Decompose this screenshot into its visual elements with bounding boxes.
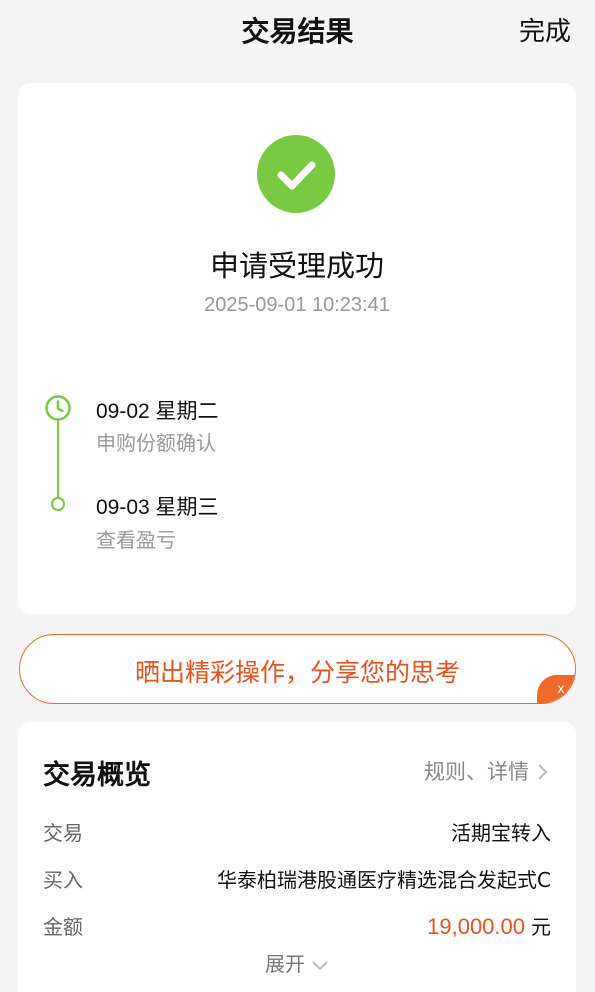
timeline-date: 09-03 星期三	[96, 496, 219, 519]
amount-number: 19,000.00	[427, 914, 525, 939]
rules-details-label: 规则、详情	[424, 760, 529, 784]
overview-card: 交易概览 规则、详情 交易 活期宝转入 买入 华泰柏瑞港股通医疗精选混合发起式C…	[18, 722, 576, 992]
timeline-desc: 申购份额确认	[96, 431, 216, 455]
clock-icon	[45, 395, 71, 421]
close-icon[interactable]: x	[537, 675, 575, 703]
chevron-down-icon	[312, 960, 328, 970]
header: 交易结果 完成	[0, 0, 595, 60]
rules-details-link[interactable]: 规则、详情	[424, 756, 548, 786]
chevron-right-icon	[537, 760, 548, 784]
row-value: 活期宝转入	[451, 821, 551, 845]
expand-label: 展开	[265, 952, 305, 976]
row-label: 金额	[43, 915, 83, 939]
amount-value: 19,000.00 元	[427, 911, 551, 940]
fund-name: 华泰柏瑞港股通医疗精选混合发起式C	[217, 868, 551, 892]
share-banner[interactable]: 晒出精彩操作，分享您的思考 x	[19, 634, 576, 704]
done-button[interactable]: 完成	[519, 11, 571, 48]
amount-unit: 元	[531, 915, 551, 939]
expand-button[interactable]: 展开	[18, 948, 576, 977]
dot-icon	[51, 497, 65, 511]
row-label: 交易	[43, 821, 83, 845]
page-title: 交易结果	[241, 15, 354, 48]
share-banner-text: 晒出精彩操作，分享您的思考	[134, 658, 460, 687]
check-circle-icon	[257, 135, 335, 213]
result-timestamp: 2025-09-01 10:23:41	[204, 294, 390, 316]
overview-title: 交易概览	[43, 760, 151, 791]
row-label: 买入	[43, 868, 83, 892]
result-card: 申请受理成功 2025-09-01 10:23:41 09-02 星期二 申购份…	[18, 83, 576, 614]
timeline-desc: 查看盈亏	[96, 528, 176, 552]
timeline-line	[57, 419, 59, 497]
timeline-date: 09-02 星期二	[96, 400, 219, 423]
result-title: 申请受理成功	[209, 249, 384, 283]
